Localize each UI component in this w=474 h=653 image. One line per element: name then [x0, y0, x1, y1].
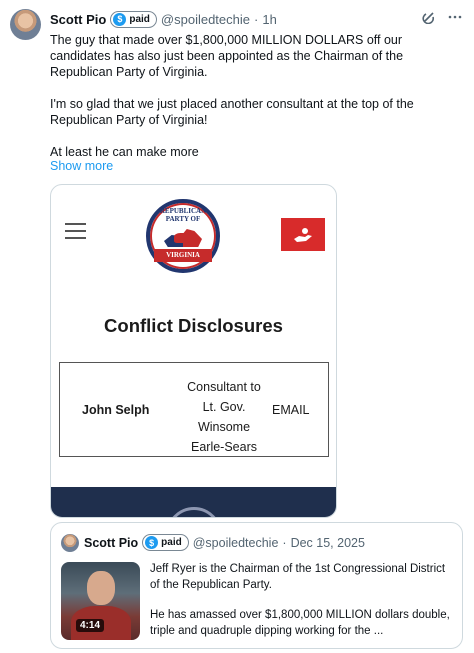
show-more-link[interactable]: Show more	[50, 159, 113, 173]
logo-ring-text: REPUBLICAN PARTY OF	[159, 207, 207, 223]
dollar-icon: $	[145, 536, 159, 549]
paid-badge[interactable]: $ paid	[110, 10, 157, 28]
quoted-post-text: Jeff Ryer is the Chairman of the 1st Con…	[150, 562, 455, 653]
paid-badge-label: paid	[161, 537, 182, 548]
hamburger-menu-icon	[65, 223, 86, 244]
quoted-post-header: Scott Pio $ paid @spoiledtechie · Dec 15…	[84, 534, 365, 551]
post-paragraph: At least he can make more	[50, 145, 199, 159]
quoted-author-handle: @spoiledtechie	[192, 535, 279, 550]
dollar-icon: $	[113, 12, 127, 26]
paid-badge: $ paid	[142, 534, 189, 551]
video-duration: 4:14	[76, 619, 105, 632]
quoted-author-avatar	[61, 534, 79, 552]
quoted-paragraph: Jeff Ryer is the Chairman of the 1st Con…	[150, 563, 446, 591]
post-time[interactable]: 1h	[262, 12, 276, 27]
table-cell-contact: EMAIL	[272, 403, 310, 417]
grok-icon[interactable]	[422, 10, 436, 27]
paid-badge-label: paid	[129, 13, 150, 25]
post-text: The guy that made over $1,800,000 MILLIO…	[50, 32, 462, 176]
quoted-post-date: Dec 15, 2025	[290, 535, 365, 550]
thumbnail-face	[87, 571, 115, 605]
more-icon[interactable]	[448, 10, 462, 27]
media-screenshot-card[interactable]: REPUBLICAN PARTY OF VIRGINIA Conflict Di…	[50, 184, 337, 518]
author-avatar[interactable]	[10, 9, 41, 40]
quoted-post[interactable]: Scott Pio $ paid @spoiledtechie · Dec 15…	[50, 522, 463, 649]
author-name[interactable]: Scott Pio	[50, 12, 106, 27]
author-handle[interactable]: @spoiledtechie	[161, 12, 250, 27]
video-thumbnail[interactable]: 4:14	[61, 562, 140, 640]
post-actions-top	[422, 10, 462, 27]
post-header: Scott Pio $ paid @spoiledtechie · 1h	[50, 10, 277, 28]
logo-banner: VIRGINIA	[154, 249, 212, 262]
table-cell-name: John Selph	[82, 403, 150, 417]
role-line: Lt. Gov.	[202, 400, 246, 414]
separator-dot: ·	[282, 535, 287, 550]
quoted-author-name: Scott Pio	[84, 535, 139, 550]
elephant-icon	[174, 233, 190, 243]
role-line: Consultant to	[187, 380, 261, 394]
footer-logo	[166, 507, 222, 517]
card-footer	[51, 487, 336, 517]
post-paragraph: I'm so glad that we just placed another …	[50, 97, 414, 127]
role-line: Winsome	[197, 420, 251, 434]
post-paragraph: The guy that made over $1,800,000 MILLIO…	[50, 33, 404, 79]
donate-hand-icon	[281, 218, 325, 251]
role-line: Earle-Sears	[191, 440, 257, 454]
gop-virginia-logo: REPUBLICAN PARTY OF VIRGINIA	[146, 199, 220, 273]
separator-dot: ·	[254, 11, 259, 27]
disclosure-table: John Selph Consultant to Lt. Gov. Winsom…	[59, 362, 329, 457]
card-title: Conflict Disclosures	[104, 315, 283, 336]
quoted-paragraph: He has amassed over $1,800,000 MILLION d…	[150, 609, 450, 637]
table-cell-role: Consultant to Lt. Gov. Winsome Earle-Sea…	[174, 377, 274, 457]
